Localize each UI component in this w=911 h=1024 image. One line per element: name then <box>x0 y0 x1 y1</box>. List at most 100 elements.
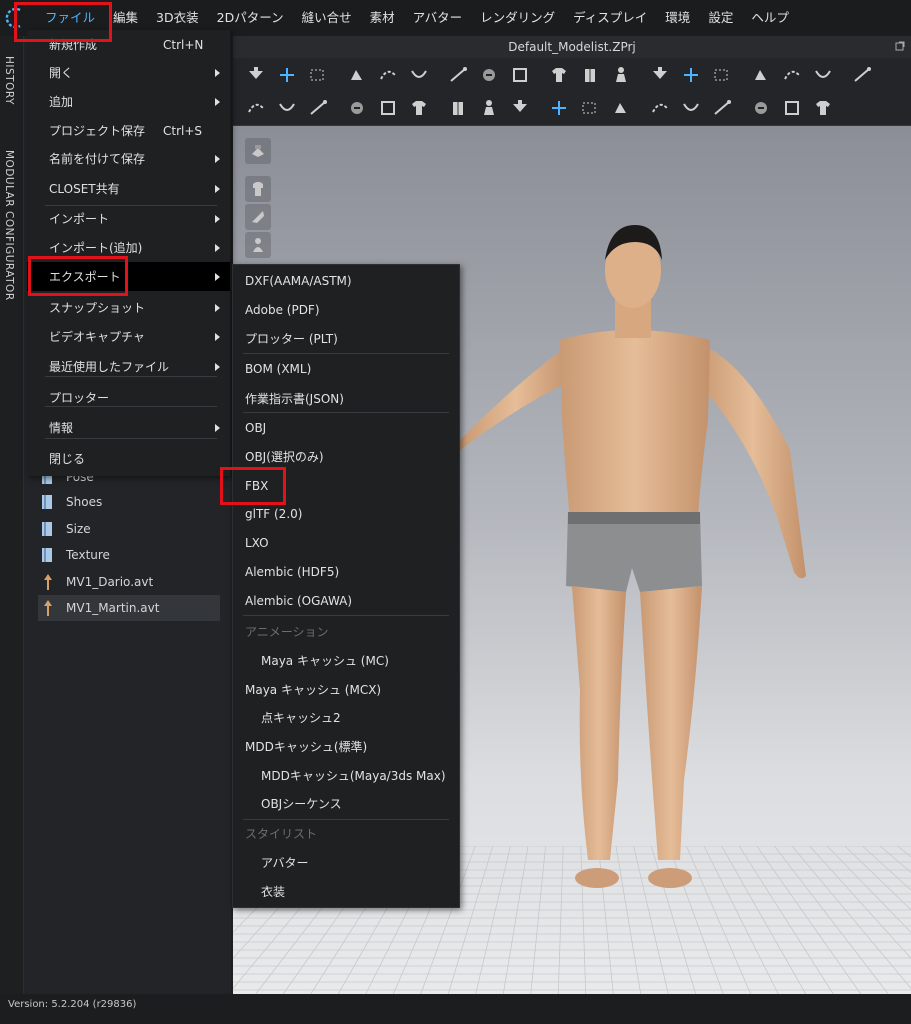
export-menu-item-0[interactable]: DXF(AAMA/ASTM) <box>233 267 459 295</box>
export-menu-item-8[interactable]: glTF (2.0) <box>233 500 459 528</box>
file-menu-item-2[interactable]: 追加 <box>27 87 230 116</box>
file-menu-item-8[interactable]: エクスポート <box>27 262 230 291</box>
library-item-mv1-dario[interactable]: MV1_Dario.avt <box>38 569 220 595</box>
menu-8[interactable]: ディスプレイ <box>564 0 656 36</box>
menu-11[interactable]: ヘルプ <box>742 0 798 36</box>
toolbar-tool-icon[interactable] <box>777 95 806 121</box>
toolbar-tool-icon[interactable] <box>544 95 573 121</box>
export-menu-item-21[interactable]: 衣装 <box>233 877 459 905</box>
toolbar-tool-icon[interactable] <box>746 62 775 88</box>
menu-7[interactable]: レンダリング <box>471 0 564 36</box>
toolbar-tool-icon[interactable] <box>342 62 371 88</box>
file-menu-item-label: 最近使用したファイル <box>49 360 170 374</box>
toolbar-tool-icon[interactable] <box>303 95 332 121</box>
toolbar-tool-icon[interactable] <box>707 95 736 121</box>
export-menu-item-20[interactable]: アバター <box>233 848 459 876</box>
toolbar-tool-icon[interactable] <box>241 62 270 88</box>
pattern-display-icon[interactable] <box>245 204 271 230</box>
export-menu-item-1[interactable]: Adobe (PDF) <box>233 296 459 324</box>
tool-bar <box>233 58 911 126</box>
toolbar-tool-icon[interactable] <box>808 95 837 121</box>
toolbar-tool-icon[interactable] <box>342 95 371 121</box>
file-menu-item-4[interactable]: 名前を付けて保存 <box>27 144 230 173</box>
toolbar-tool-icon[interactable] <box>443 95 472 121</box>
file-menu-item-6[interactable]: インポート <box>27 204 230 233</box>
maximize-icon[interactable] <box>895 41 905 51</box>
submenu-arrow-icon <box>215 243 220 252</box>
tab-history[interactable]: HISTORY <box>3 56 15 105</box>
toolbar-tool-icon[interactable] <box>505 62 534 88</box>
file-menu-item-5[interactable]: CLOSET共有 <box>27 174 230 203</box>
toolbar-tool-icon[interactable] <box>303 62 332 88</box>
garment-display-icon[interactable] <box>245 176 271 202</box>
toolbar-tool-icon[interactable] <box>505 95 534 121</box>
toolbar-tool-icon[interactable] <box>645 95 674 121</box>
export-menu-item-17[interactable]: MDDキャッシュ(Maya/3ds Max) <box>233 761 459 789</box>
file-menu-item-1[interactable]: 開く <box>27 58 230 87</box>
toolbar-tool-icon[interactable] <box>373 62 402 88</box>
export-menu-item-6[interactable]: OBJ(選択のみ) <box>233 442 459 470</box>
export-menu-item-14[interactable]: Maya キャッシュ (MCX) <box>233 675 459 703</box>
menu-separator <box>45 376 217 377</box>
toolbar-tool-icon[interactable] <box>544 62 573 88</box>
toolbar-tool-icon[interactable] <box>272 95 301 121</box>
toolbar-tool-icon[interactable] <box>746 95 775 121</box>
toolbar-tool-icon[interactable] <box>575 62 604 88</box>
toolbar-tool-icon[interactable] <box>645 62 674 88</box>
library-item-mv1-martin[interactable]: MV1_Martin.avt <box>38 595 220 621</box>
export-menu-item-10[interactable]: Alembic (HDF5) <box>233 558 459 586</box>
export-menu-item-9[interactable]: LXO <box>233 529 459 557</box>
export-menu-item-3[interactable]: BOM (XML) <box>233 355 459 383</box>
toolbar-tool-icon[interactable] <box>443 62 472 88</box>
file-menu-item-12[interactable]: プロッター <box>27 383 230 412</box>
menu-4[interactable]: 縫い合せ <box>293 0 361 36</box>
file-menu-item-7[interactable]: インポート(追加) <box>27 233 230 262</box>
toolbar-tool-icon[interactable] <box>847 62 876 88</box>
file-menu-item-9[interactable]: スナップショット <box>27 293 230 322</box>
toolbar-separator <box>637 96 645 120</box>
toolbar-tool-icon[interactable] <box>474 62 503 88</box>
toolbar-tool-icon[interactable] <box>241 95 270 121</box>
toolbar-tool-icon[interactable] <box>707 62 736 88</box>
avatar-display-icon[interactable] <box>245 232 271 258</box>
export-menu-item-5[interactable]: OBJ <box>233 414 459 442</box>
menu-6[interactable]: アバター <box>404 0 472 36</box>
tab-modular-configurator[interactable]: MODULAR CONFIGURATOR <box>3 150 15 301</box>
export-menu-item-15[interactable]: 点キャッシュ2 <box>233 703 459 731</box>
export-menu-item-11[interactable]: Alembic (OGAWA) <box>233 587 459 615</box>
toolbar-tool-icon[interactable] <box>808 62 837 88</box>
version-label: Version: 5.2.204 (r29836) <box>8 999 137 1010</box>
file-menu-item-14[interactable]: 閉じる <box>27 444 230 473</box>
avatar-model[interactable] <box>460 220 810 910</box>
toolbar-tool-icon[interactable] <box>777 62 806 88</box>
menu-5[interactable]: 素材 <box>361 0 404 36</box>
viewport-display-icon[interactable] <box>245 138 271 164</box>
toolbar-tool-icon[interactable] <box>606 62 635 88</box>
export-menu-item-4[interactable]: 作業指示書(JSON) <box>233 384 459 412</box>
toolbar-tool-icon[interactable] <box>404 95 433 121</box>
toolbar-tool-icon[interactable] <box>272 62 301 88</box>
toolbar-tool-icon[interactable] <box>575 95 604 121</box>
toolbar-separator <box>738 63 746 87</box>
export-menu-item-16[interactable]: MDDキャッシュ(標準) <box>233 732 459 760</box>
file-menu-item-label: 閉じる <box>49 452 86 466</box>
export-menu-item-13[interactable]: Maya キャッシュ (MC) <box>233 646 459 674</box>
file-menu-item-10[interactable]: ビデオキャプチャ <box>27 322 230 351</box>
toolbar-tool-icon[interactable] <box>676 95 705 121</box>
toolbar-tool-icon[interactable] <box>404 62 433 88</box>
export-menu-item-18[interactable]: OBJシーケンス <box>233 789 459 817</box>
toolbar-tool-icon[interactable] <box>606 95 635 121</box>
menu-9[interactable]: 環境 <box>656 0 699 36</box>
export-menu-item-7[interactable]: FBX <box>233 472 459 500</box>
library-item-shoes[interactable]: Shoes <box>38 489 220 515</box>
book-icon <box>38 519 58 539</box>
menu-10[interactable]: 設定 <box>699 0 742 36</box>
toolbar-tool-icon[interactable] <box>474 95 503 121</box>
library-item-size[interactable]: Size <box>38 516 220 542</box>
file-menu-item-0[interactable]: 新規作成 Ctrl+N <box>27 30 230 59</box>
toolbar-tool-icon[interactable] <box>373 95 402 121</box>
file-menu-item-3[interactable]: プロジェクト保存 Ctrl+S <box>27 116 230 145</box>
toolbar-tool-icon[interactable] <box>676 62 705 88</box>
library-item-texture[interactable]: Texture <box>38 542 220 568</box>
export-menu-item-2[interactable]: プロッター (PLT) <box>233 324 459 352</box>
